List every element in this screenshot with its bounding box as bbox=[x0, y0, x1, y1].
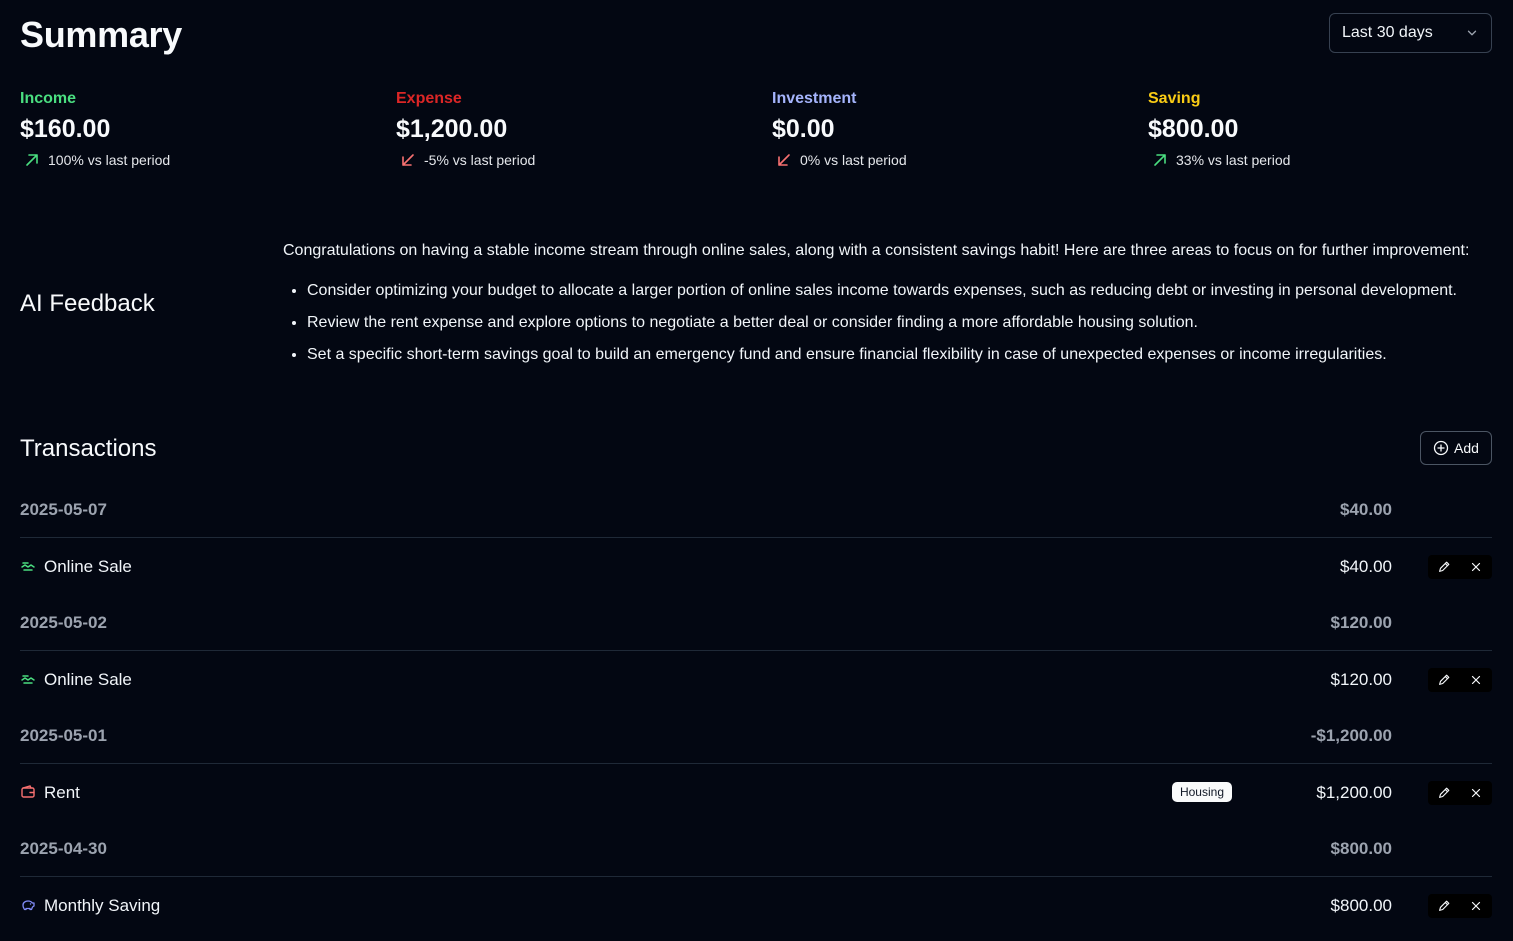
stat-label: Expense bbox=[396, 90, 462, 107]
group-date: 2025-04-30 bbox=[20, 839, 107, 858]
wallet-icon bbox=[21, 785, 35, 798]
close-icon bbox=[1471, 675, 1481, 685]
group-total: $40.00 bbox=[1340, 500, 1392, 519]
stat-label: Income bbox=[20, 90, 77, 107]
arrow-down-left-icon bbox=[778, 154, 790, 166]
ai-feedback-list: Consider optimizing your budget to alloc… bbox=[283, 280, 1495, 366]
arrow-down-left-icon bbox=[402, 154, 414, 166]
stat-change-text: 33% vs last period bbox=[1176, 152, 1291, 168]
pencil-icon bbox=[1439, 900, 1450, 911]
add-button-label: Add bbox=[1454, 440, 1479, 456]
row-actions bbox=[1428, 668, 1492, 692]
close-icon bbox=[1471, 562, 1481, 572]
date-group-header: 2025-05-07 $40.00 bbox=[20, 481, 1492, 538]
group-date: 2025-05-01 bbox=[20, 726, 107, 745]
stats-row: Income $160.00 100% vs last period Expen… bbox=[20, 90, 1492, 180]
group-date: 2025-05-07 bbox=[20, 500, 107, 519]
transaction-amount: $40.00 bbox=[1340, 557, 1392, 576]
arrow-up-right-icon bbox=[26, 154, 38, 166]
date-group-header: 2025-04-30 $800.00 bbox=[20, 820, 1492, 877]
page-title: Summary bbox=[20, 14, 182, 55]
row-actions bbox=[1428, 894, 1492, 918]
stat-change: 33% vs last period bbox=[1148, 152, 1498, 168]
page-header: Summary Last 30 days bbox=[20, 0, 1492, 70]
add-transaction-button[interactable]: Add bbox=[1420, 431, 1492, 465]
row-actions bbox=[1428, 781, 1492, 805]
edit-button[interactable] bbox=[1428, 894, 1460, 918]
stat-change-text: 100% vs last period bbox=[48, 152, 171, 168]
transaction-amount: $120.00 bbox=[1330, 670, 1392, 689]
ai-feedback-point: Consider optimizing your budget to alloc… bbox=[307, 280, 1495, 302]
close-icon bbox=[1471, 901, 1481, 911]
income-icon bbox=[21, 675, 35, 684]
date-group-header: 2025-05-02 $120.00 bbox=[20, 594, 1492, 651]
edit-button[interactable] bbox=[1428, 668, 1460, 692]
period-select[interactable]: Last 30 days bbox=[1329, 13, 1492, 53]
close-icon bbox=[1471, 788, 1481, 798]
stat-label: Saving bbox=[1148, 90, 1201, 107]
income-icon bbox=[21, 562, 35, 571]
delete-button[interactable] bbox=[1460, 894, 1492, 918]
stat-label: Investment bbox=[772, 90, 857, 107]
stat-saving: Saving $800.00 33% vs last period bbox=[1148, 90, 1498, 168]
group-total: $800.00 bbox=[1330, 839, 1392, 858]
stat-value: $1,200.00 bbox=[396, 115, 508, 143]
edit-button[interactable] bbox=[1428, 555, 1460, 579]
period-select-value: Last 30 days bbox=[1342, 24, 1433, 41]
transaction-row[interactable]: Online Sale $120.00 bbox=[20, 651, 1492, 707]
transactions-list: 2025-05-07 $40.00 Online Sale $40.00 202… bbox=[20, 481, 1492, 933]
stat-change-text: 0% vs last period bbox=[800, 152, 907, 168]
date-group-header: 2025-05-01 -$1,200.00 bbox=[20, 707, 1492, 764]
stat-expense: Expense $1,200.00 -5% vs last period bbox=[396, 90, 746, 168]
pencil-icon bbox=[1439, 787, 1450, 798]
transaction-name: Online Sale bbox=[44, 557, 132, 576]
transaction-name: Monthly Saving bbox=[44, 896, 161, 915]
delete-button[interactable] bbox=[1460, 668, 1492, 692]
transaction-row[interactable]: Online Sale $40.00 bbox=[20, 538, 1492, 594]
delete-button[interactable] bbox=[1460, 555, 1492, 579]
stat-value: $0.00 bbox=[772, 115, 835, 143]
ai-feedback-body: Congratulations on having a stable incom… bbox=[283, 240, 1495, 376]
transaction-amount: $1,200.00 bbox=[1316, 783, 1392, 802]
ai-feedback-point: Set a specific short-term savings goal t… bbox=[307, 344, 1495, 366]
edit-button[interactable] bbox=[1428, 781, 1460, 805]
transaction-name: Online Sale bbox=[44, 670, 132, 689]
group-date: 2025-05-02 bbox=[20, 613, 107, 632]
transaction-amount: $800.00 bbox=[1330, 896, 1392, 915]
group-total: -$1,200.00 bbox=[1310, 726, 1392, 745]
row-actions bbox=[1428, 555, 1492, 579]
pencil-icon bbox=[1439, 561, 1450, 572]
chevron-down-icon bbox=[1467, 30, 1477, 36]
transaction-name: Rent bbox=[44, 783, 80, 802]
plus-circle-icon bbox=[1433, 440, 1449, 456]
stat-investment: Investment $0.00 0% vs last period bbox=[772, 90, 1122, 168]
stat-income: Income $160.00 100% vs last period bbox=[20, 90, 370, 168]
stat-value: $160.00 bbox=[20, 115, 111, 143]
ai-feedback-point: Review the rent expense and explore opti… bbox=[307, 312, 1495, 334]
ai-feedback-title: AI Feedback bbox=[20, 290, 155, 317]
stat-change: 100% vs last period bbox=[20, 152, 370, 168]
group-total: $120.00 bbox=[1330, 613, 1392, 632]
delete-button[interactable] bbox=[1460, 781, 1492, 805]
stat-value: $800.00 bbox=[1148, 115, 1239, 143]
piggy-bank-icon bbox=[22, 900, 35, 911]
transaction-row[interactable]: Rent Housing $1,200.00 bbox=[20, 764, 1492, 820]
arrow-up-right-icon bbox=[1154, 154, 1166, 166]
stat-change: -5% vs last period bbox=[396, 152, 746, 168]
pencil-icon bbox=[1439, 674, 1450, 685]
transaction-row[interactable]: Monthly Saving $800.00 bbox=[20, 877, 1492, 933]
category-badge: Housing bbox=[1171, 782, 1232, 802]
stat-change-text: -5% vs last period bbox=[424, 152, 536, 168]
summary-page: Summary Last 30 days Income $160.00 100%… bbox=[20, 0, 1492, 918]
transactions-title: Transactions bbox=[20, 435, 157, 462]
stat-change: 0% vs last period bbox=[772, 152, 1122, 168]
ai-feedback-intro: Congratulations on having a stable incom… bbox=[283, 242, 1470, 259]
